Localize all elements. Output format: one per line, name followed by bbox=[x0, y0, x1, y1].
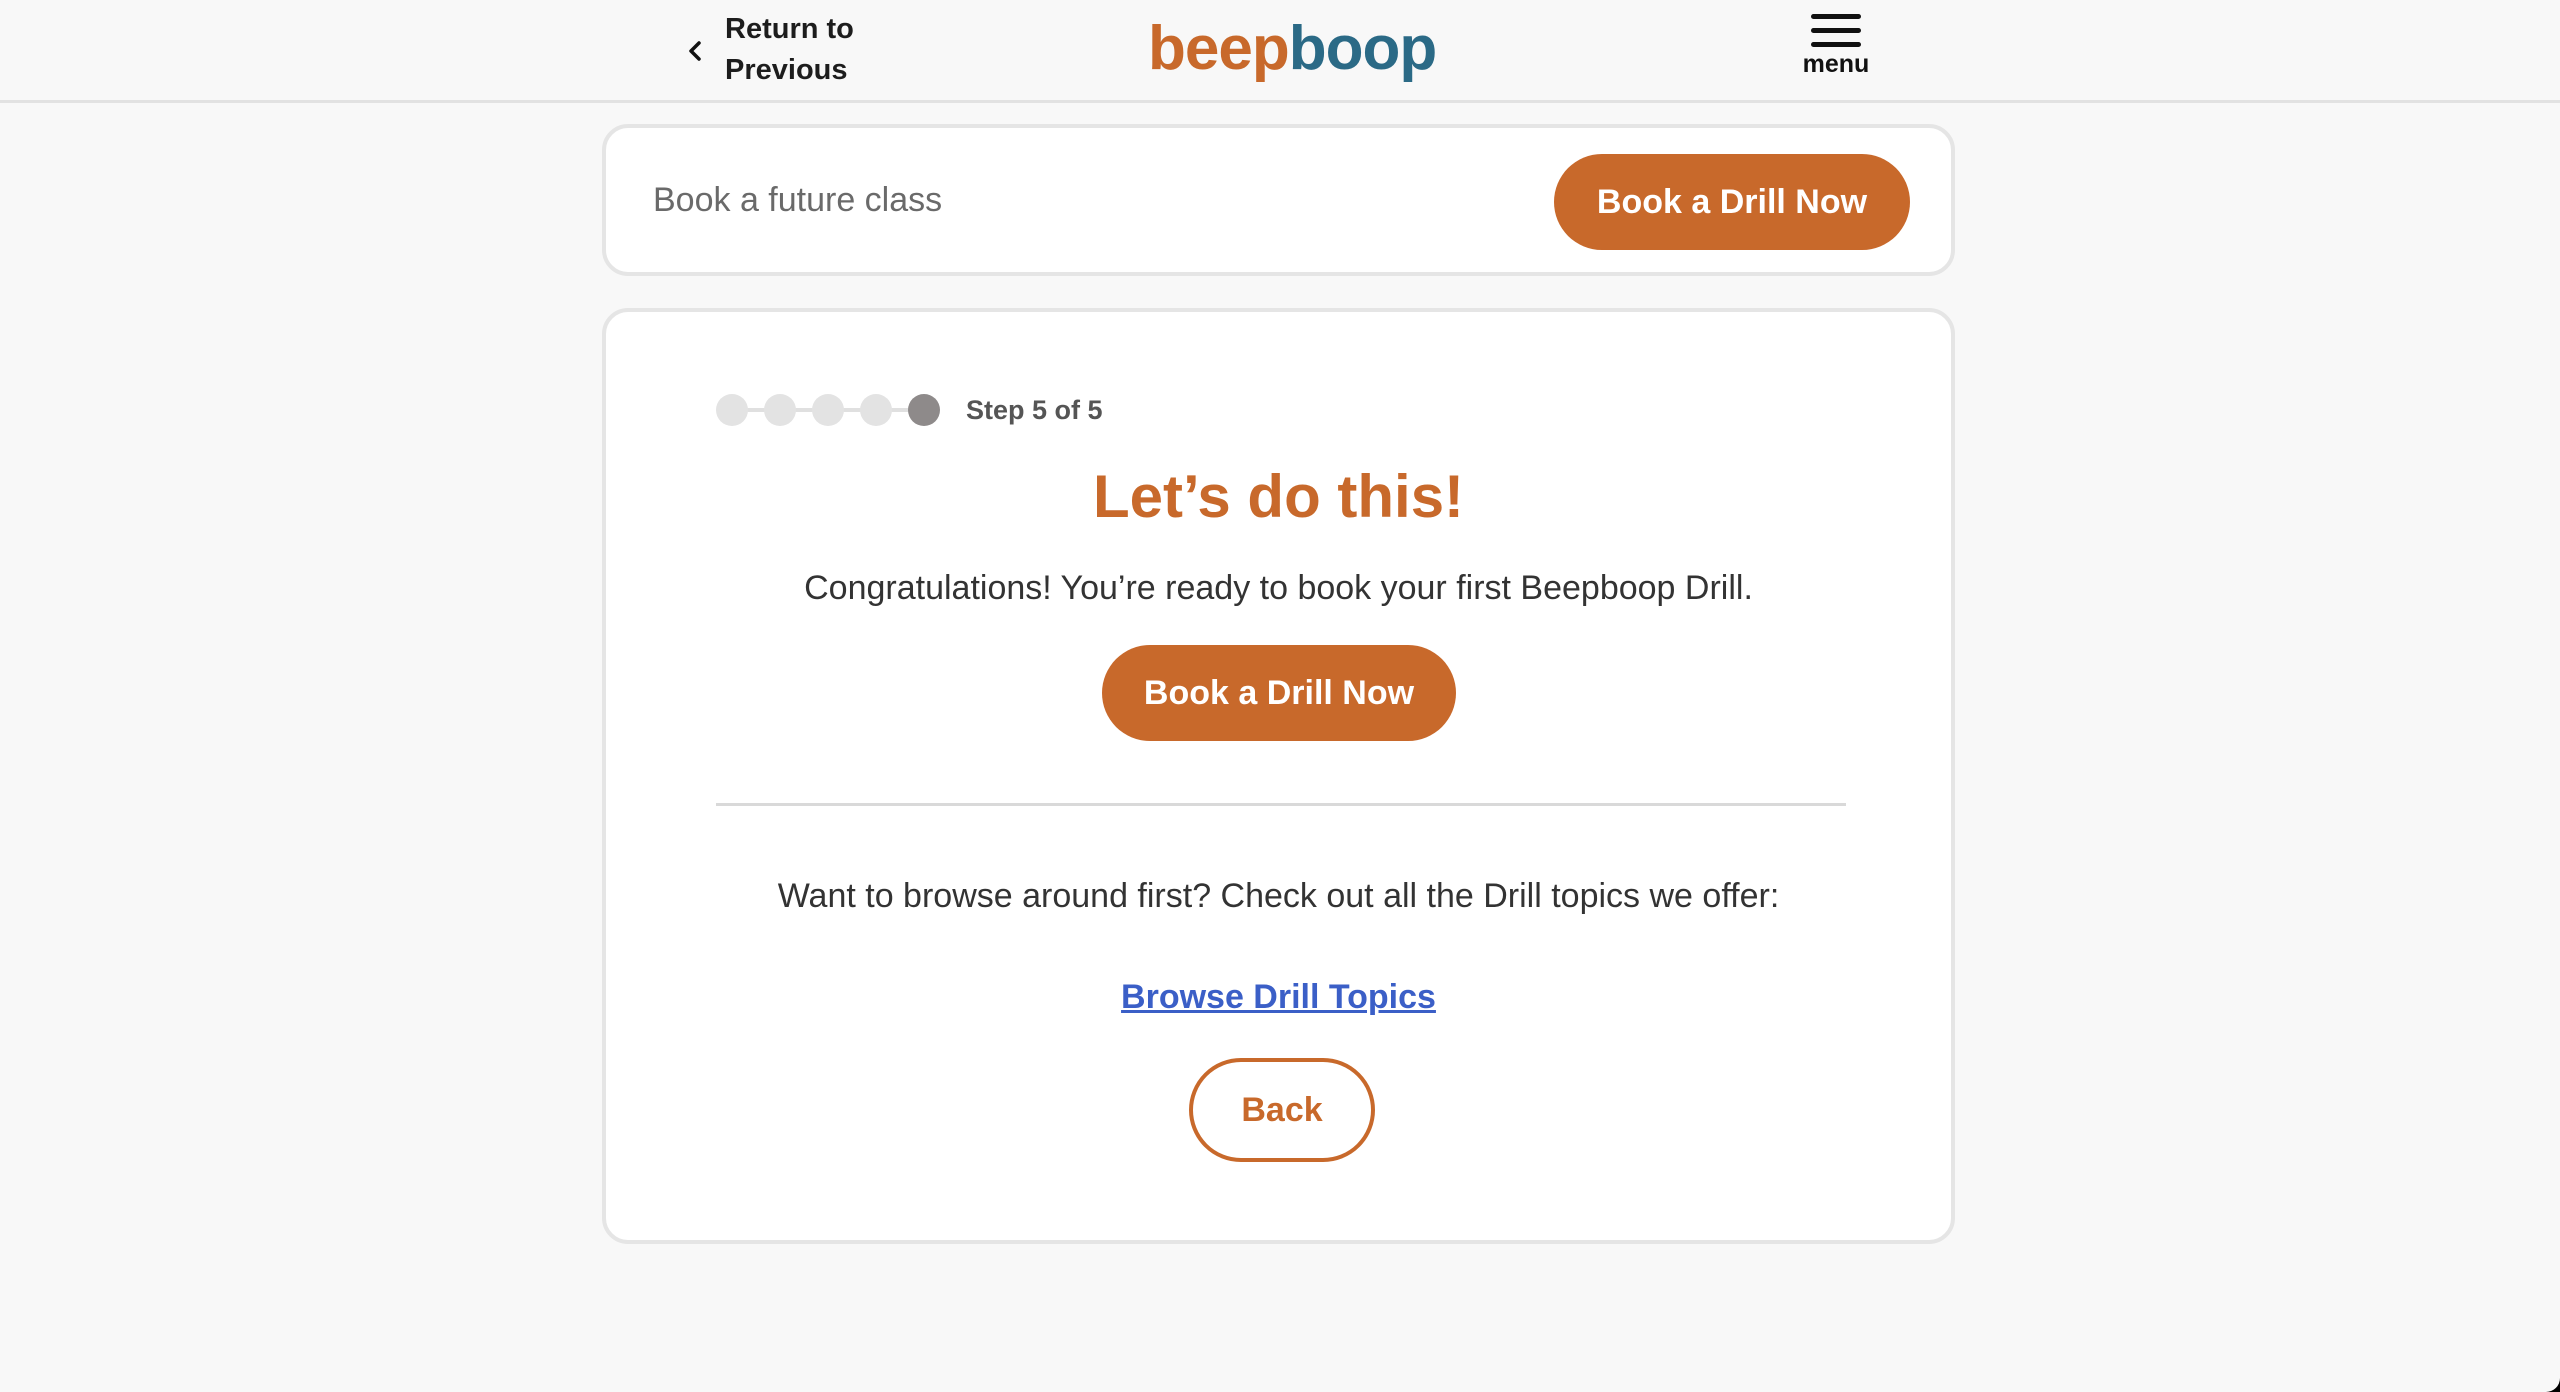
book-future-class-text: Book a future class bbox=[653, 181, 943, 219]
step-dot-1 bbox=[716, 394, 748, 426]
book-future-class-card: Book a future class Book a Drill Now bbox=[602, 124, 1955, 276]
logo-beep-text: beep bbox=[1148, 14, 1290, 83]
congratulations-message: Congratulations! You’re ready to book yo… bbox=[804, 569, 1753, 607]
chevron-left-icon bbox=[689, 41, 701, 61]
top-navigation-bar: Return to Previous beepboop menu bbox=[0, 0, 2560, 103]
browse-drill-topics-link[interactable]: Browse Drill Topics bbox=[1121, 978, 1436, 1016]
return-to-previous-link[interactable]: Return to Previous bbox=[685, 8, 885, 92]
step-counter-label: Step 5 of 5 bbox=[966, 395, 1103, 425]
step-dot-2 bbox=[764, 394, 796, 426]
page-viewport: Return to Previous beepboop menu Book a … bbox=[0, 0, 2560, 1392]
step-dot-4 bbox=[860, 394, 892, 426]
section-divider bbox=[716, 803, 1846, 806]
logo-boop-text: boop bbox=[1288, 14, 1437, 83]
page-heading: Let’s do this! bbox=[1092, 463, 1465, 530]
return-to-previous-label: Return to Previous bbox=[725, 13, 854, 86]
browse-prompt-text: Want to browse around first? Check out a… bbox=[777, 877, 1780, 915]
beepboop-logo[interactable]: beepboop bbox=[1148, 10, 1437, 88]
back-button[interactable]: Back bbox=[1189, 1058, 1375, 1162]
book-drill-now-button[interactable]: Book a Drill Now bbox=[1102, 645, 1456, 741]
step-dot-3 bbox=[812, 394, 844, 426]
step-progress-indicator bbox=[716, 394, 956, 426]
hamburger-menu-icon bbox=[1811, 14, 1861, 47]
menu-label: menu bbox=[1802, 50, 1870, 78]
step-dot-5-active bbox=[908, 394, 940, 426]
browse-link-container: Browse Drill Topics bbox=[606, 973, 1951, 1021]
onboarding-step-card: Step 5 of 5 Let’s do this! Congratulatio… bbox=[602, 308, 1955, 1244]
book-drill-now-header-button[interactable]: Book a Drill Now bbox=[1554, 154, 1910, 250]
menu-button[interactable]: menu bbox=[1792, 14, 1880, 88]
